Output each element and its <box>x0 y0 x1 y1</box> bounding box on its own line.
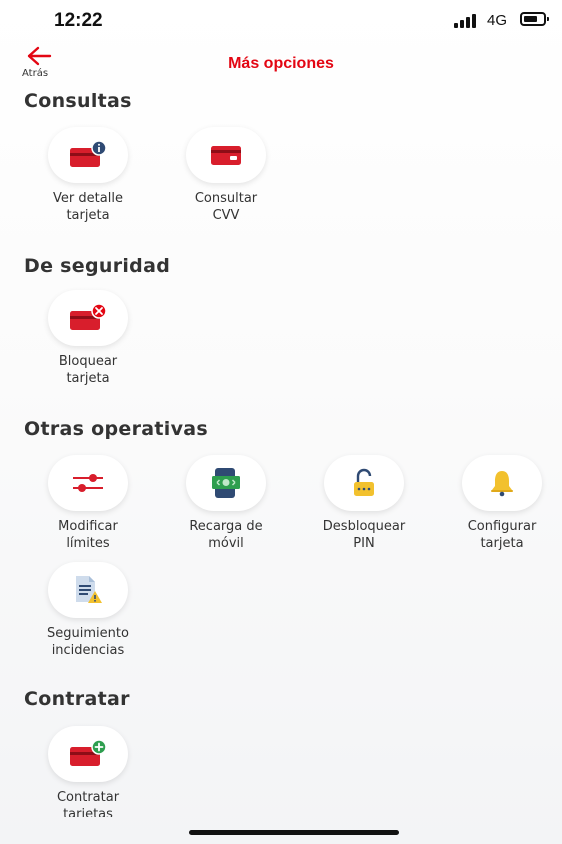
bell-icon <box>491 471 513 497</box>
status-bar: 12:22 4G <box>0 0 562 44</box>
section-title-otras-operativas: Otras operativas <box>24 418 208 440</box>
option-circle <box>186 127 266 183</box>
page-title: Más opciones <box>228 55 334 72</box>
card-add-icon <box>70 739 107 766</box>
option-configurar-tarjeta[interactable]: Configurar tarjeta <box>437 455 562 552</box>
option-label: Ver detalle tarjeta <box>53 191 123 223</box>
sliders-icon <box>73 474 103 492</box>
option-desbloquear-pin[interactable]: Desbloquear PIN <box>299 455 429 552</box>
option-label: Desbloquear PIN <box>322 519 406 551</box>
option-consultar-cvv[interactable]: Consultar CVV <box>161 127 291 224</box>
option-label: Contratar tarietas <box>56 790 120 817</box>
card-icon <box>211 146 241 165</box>
option-label: Bloquear tarjeta <box>58 354 118 386</box>
home-indicator[interactable] <box>189 830 399 835</box>
card-info-icon <box>70 140 107 167</box>
option-label: Seguimiento incidencias <box>47 626 129 658</box>
option-ver-detalle-tarjeta[interactable]: Ver detalle tarjeta <box>23 127 153 224</box>
option-modificar-limites[interactable]: Modificar límites <box>23 455 153 552</box>
option-circle <box>48 726 128 782</box>
network-label: 4G <box>487 12 508 29</box>
option-circle <box>462 455 542 511</box>
option-label: Consultar CVV <box>194 191 258 223</box>
option-circle <box>186 455 266 511</box>
option-recarga-movil[interactable]: Recarga de móvil <box>161 455 291 552</box>
document-warning-icon <box>76 576 102 603</box>
section-title-seguridad: De seguridad <box>24 255 171 277</box>
option-seguimiento-incidencias[interactable]: Seguimiento incidencias <box>23 562 153 659</box>
option-label: Configurar tarjeta <box>467 519 537 551</box>
status-time: 12:22 <box>54 10 103 31</box>
option-label: Modificar límites <box>58 519 118 551</box>
section-title-consultas: Consultas <box>24 90 132 112</box>
option-label: Recarga de móvil <box>189 519 263 551</box>
option-circle <box>48 290 128 346</box>
card-block-icon <box>70 303 107 330</box>
signal-icon <box>454 14 480 28</box>
battery-icon <box>520 12 549 26</box>
option-circle <box>48 562 128 618</box>
option-bloquear-tarjeta[interactable]: Bloquear tarjeta <box>23 290 153 387</box>
option-circle <box>48 127 128 183</box>
unlock-icon <box>354 468 374 496</box>
option-contratar-tarjetas[interactable]: Contratar tarietas <box>23 726 153 817</box>
mobile-topup-icon <box>212 468 240 498</box>
option-circle <box>48 455 128 511</box>
option-circle <box>324 455 404 511</box>
section-title-contratar: Contratar <box>24 688 130 710</box>
